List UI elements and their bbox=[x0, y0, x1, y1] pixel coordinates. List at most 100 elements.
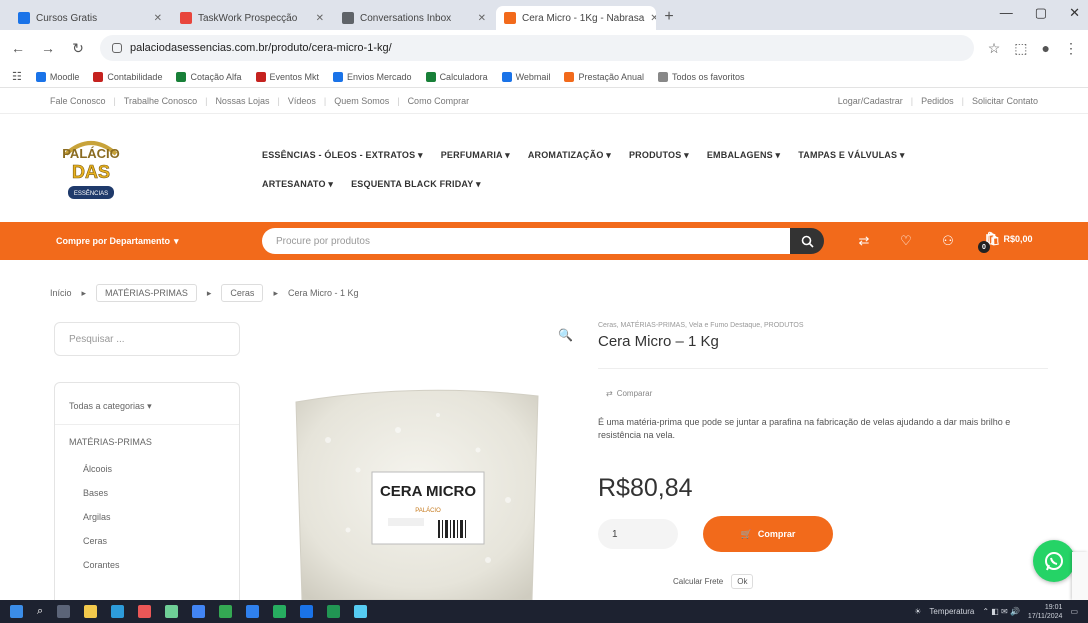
bookmark-label: Moodle bbox=[49, 71, 80, 82]
category-parent[interactable]: MATÉRIAS-PRIMAS bbox=[55, 425, 239, 457]
top-link[interactable]: Logar/Cadastrar bbox=[838, 96, 903, 106]
browser-tab[interactable]: Cera Micro - 1Kg - Nabrasa ✕ bbox=[496, 6, 656, 30]
back-icon[interactable]: ← bbox=[10, 40, 26, 56]
taskbar-app-icon[interactable] bbox=[165, 605, 179, 618]
taskbar-search-icon[interactable]: ⌕ bbox=[37, 605, 43, 618]
buy-button[interactable]: 🛒 Comprar bbox=[703, 516, 833, 552]
breadcrumb-subcategory[interactable]: Ceras bbox=[221, 284, 264, 302]
taskbar-app-icon[interactable] bbox=[354, 605, 368, 618]
zoom-icon[interactable]: 🔍 bbox=[558, 328, 573, 342]
menu-item[interactable]: ARTESANATO ▾ bbox=[262, 179, 333, 190]
top-link[interactable]: Solicitar Contato bbox=[972, 96, 1038, 106]
bookmark-item[interactable]: Prestação Anual bbox=[564, 71, 644, 82]
taskbar-app-icon[interactable] bbox=[111, 605, 125, 618]
weather-icon[interactable]: ☀ bbox=[914, 607, 921, 616]
category-child-item[interactable]: Álcoois bbox=[55, 457, 239, 481]
apps-icon[interactable]: ☷ bbox=[12, 70, 22, 83]
category-child-item[interactable]: Bases bbox=[55, 481, 239, 505]
menu-item[interactable]: AROMATIZAÇÃO ▾ bbox=[528, 150, 611, 161]
tab-close-icon[interactable]: ✕ bbox=[650, 13, 656, 24]
category-child-item[interactable]: Corantes bbox=[55, 553, 239, 577]
bookmark-item[interactable]: Calculadora bbox=[425, 71, 488, 82]
all-categories-dropdown[interactable]: Todas a categorias ▾ bbox=[55, 383, 239, 425]
minimize-icon[interactable]: — bbox=[1000, 5, 1013, 21]
account-user-icon[interactable]: ⚇ bbox=[940, 233, 956, 249]
top-link[interactable]: Pedidos bbox=[921, 96, 954, 106]
search-button[interactable] bbox=[790, 228, 824, 254]
taskbar-app-icon[interactable] bbox=[219, 605, 233, 618]
tab-title: Conversations Inbox bbox=[360, 12, 452, 24]
menu-item[interactable]: ESSÊNCIAS - ÓLEOS - EXTRATOS ▾ bbox=[262, 150, 423, 161]
shipping-ok-button[interactable]: Ok bbox=[731, 574, 754, 589]
whatsapp-button[interactable] bbox=[1033, 540, 1075, 582]
bookmark-item[interactable]: Cotação Alfa bbox=[176, 71, 242, 82]
category-child-item[interactable]: Argilas bbox=[55, 505, 239, 529]
taskbar-app-icon[interactable] bbox=[246, 605, 260, 618]
browser-tab[interactable]: Cursos Gratis ✕ bbox=[10, 6, 170, 30]
maximize-icon[interactable]: ▢ bbox=[1035, 5, 1047, 21]
top-link[interactable]: Vídeos bbox=[288, 96, 316, 106]
chevron-down-icon: ▾ bbox=[603, 150, 611, 160]
logo-line3: ESSÊNCIAS bbox=[74, 189, 108, 197]
bookmark-favicon-icon bbox=[425, 71, 436, 82]
top-link[interactable]: Como Comprar bbox=[408, 96, 470, 106]
bookmark-item[interactable]: Eventos Mkt bbox=[255, 71, 319, 82]
tab-close-icon[interactable]: ✕ bbox=[154, 13, 162, 24]
site-logo[interactable]: PALÁCIO DAS ESSÊNCIAS bbox=[52, 134, 130, 204]
sidebar-search-input[interactable]: Pesquisar ... bbox=[54, 322, 240, 356]
product-image[interactable]: CERA MICRO PALÁCIO bbox=[288, 380, 544, 601]
star-icon[interactable]: ☆ bbox=[988, 40, 1001, 57]
taskbar-app-icon[interactable] bbox=[300, 605, 314, 618]
cart-button[interactable]: 🛍 0 R$0,00 bbox=[978, 231, 1033, 253]
category-child-item[interactable]: Ceras bbox=[55, 529, 239, 553]
product-search-input[interactable]: Procure por produtos bbox=[262, 228, 790, 254]
bookmark-item[interactable]: Webmail bbox=[501, 71, 550, 82]
product-categories[interactable]: Ceras, MATÉRIAS-PRIMAS, Vela e Fumo Dest… bbox=[598, 322, 804, 329]
top-link[interactable]: Nossas Lojas bbox=[215, 96, 269, 106]
taskbar-app-icon[interactable] bbox=[192, 605, 206, 618]
clock[interactable]: 19:01 17/11/2024 bbox=[1028, 603, 1063, 621]
bookmark-item[interactable]: Envios Mercado bbox=[333, 71, 412, 82]
menu-icon[interactable]: ⋮ bbox=[1064, 40, 1078, 57]
close-window-icon[interactable]: ✕ bbox=[1069, 5, 1080, 21]
bookmark-label: Contabilidade bbox=[107, 71, 163, 82]
menu-item[interactable]: EMBALAGENS ▾ bbox=[707, 150, 780, 161]
tab-close-icon[interactable]: ✕ bbox=[316, 13, 324, 24]
taskbar-app-icon[interactable] bbox=[138, 605, 152, 618]
notifications-icon[interactable]: ▭ bbox=[1070, 607, 1078, 616]
wishlist-heart-icon[interactable]: ♡ bbox=[898, 233, 914, 249]
top-link[interactable]: Quem Somos bbox=[334, 96, 389, 106]
taskbar-app-icon[interactable] bbox=[273, 605, 287, 618]
bookmark-item[interactable]: Contabilidade bbox=[93, 71, 163, 82]
taskbar-app-icon[interactable] bbox=[84, 605, 98, 618]
taskbar-app-icon[interactable] bbox=[327, 605, 341, 618]
menu-item[interactable]: TAMPAS E VÁLVULAS ▾ bbox=[798, 150, 904, 161]
extensions-icon[interactable]: ⬚ bbox=[1014, 40, 1027, 57]
windows-start-icon[interactable] bbox=[10, 605, 23, 618]
product-label-text: CERA MICRO bbox=[380, 483, 476, 500]
tab-close-icon[interactable]: ✕ bbox=[478, 13, 486, 24]
menu-item[interactable]: PRODUTOS ▾ bbox=[629, 150, 689, 161]
url-bar[interactable]: palaciodasessencias.com.br/produto/cera-… bbox=[100, 35, 974, 61]
new-tab-button[interactable]: + bbox=[658, 6, 680, 28]
link-separator: | bbox=[205, 95, 208, 106]
menu-item[interactable]: PERFUMARIA ▾ bbox=[441, 150, 510, 161]
department-menu-button[interactable]: Compre por Departamento ▾ bbox=[56, 232, 222, 250]
menu-item[interactable]: ESQUENTA BLACK FRIDAY ▾ bbox=[351, 179, 481, 190]
compare-icon[interactable]: ⇄ bbox=[856, 233, 872, 249]
browser-tab[interactable]: TaskWork Prospecção ✕ bbox=[172, 6, 332, 30]
breadcrumb-home[interactable]: Início bbox=[50, 288, 72, 298]
compare-link[interactable]: ⇄ Comparar bbox=[606, 389, 652, 398]
breadcrumb-category[interactable]: MATÉRIAS-PRIMAS bbox=[96, 284, 197, 302]
top-link[interactable]: Trabalhe Conosco bbox=[124, 96, 197, 106]
reload-icon[interactable]: ↻ bbox=[70, 40, 86, 57]
task-view-icon[interactable] bbox=[57, 605, 71, 618]
quantity-input[interactable]: 1 bbox=[598, 519, 678, 549]
profile-icon[interactable]: ● bbox=[1042, 40, 1050, 56]
bookmark-item[interactable]: Moodle bbox=[35, 71, 80, 82]
browser-tab[interactable]: Conversations Inbox ✕ bbox=[334, 6, 494, 30]
bookmark-item[interactable]: Todos os favoritos bbox=[658, 71, 745, 82]
forward-icon[interactable]: → bbox=[40, 40, 56, 56]
tray-icons[interactable]: ⌃ ◧ ✉ 🔊 bbox=[982, 607, 1020, 616]
top-link[interactable]: Fale Conosco bbox=[50, 96, 106, 106]
